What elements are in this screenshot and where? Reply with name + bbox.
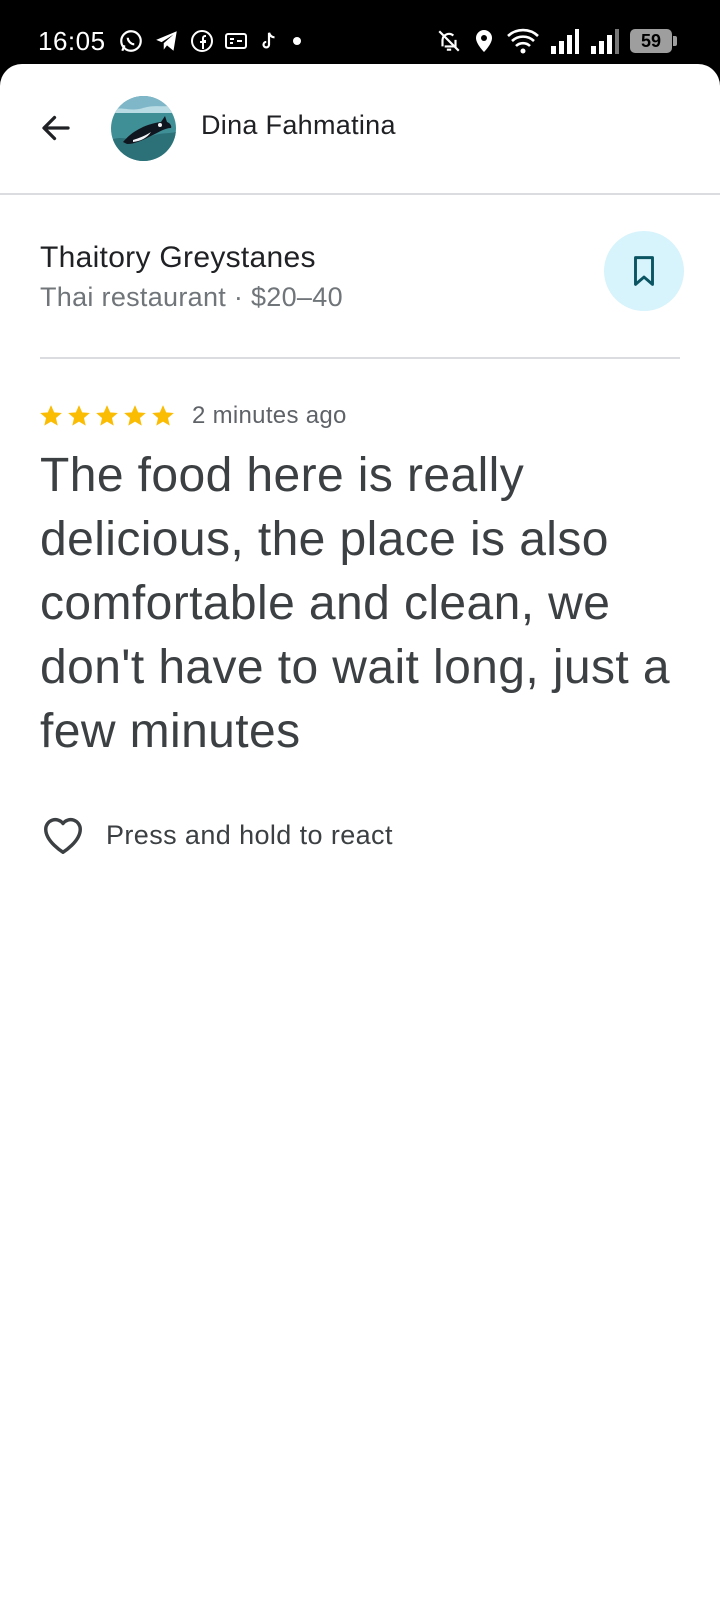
review-text: The food here is really delicious, the p… (40, 449, 670, 758)
react-label: Press and hold to react (106, 819, 393, 850)
react-button[interactable]: Press and hold to react (40, 810, 393, 860)
star-rating (38, 403, 176, 429)
telegram-icon (156, 31, 177, 51)
rating-row: 2 minutes ago (38, 400, 347, 432)
back-arrow-icon (42, 115, 70, 141)
dot-icon (293, 37, 301, 45)
whatsapp-icon (120, 30, 142, 52)
wifi-icon (507, 28, 539, 54)
orca-avatar-icon (111, 96, 176, 161)
star-icon (68, 405, 90, 426)
heart-icon (44, 817, 82, 854)
place-name[interactable]: Thaitory Greystanes (40, 241, 316, 275)
notification-icons (118, 28, 304, 54)
review-sheet: Dina Fahmatina Thaitory Greystanes Thai … (0, 64, 720, 1604)
avatar[interactable] (111, 96, 176, 161)
bell-off-icon (438, 30, 460, 52)
content-divider (40, 357, 680, 359)
author-name[interactable]: Dina Fahmatina (201, 110, 396, 141)
star-icon (40, 405, 62, 426)
battery-icon: 59 (630, 29, 677, 53)
tiktok-icon (262, 32, 275, 49)
status-time: 16:05 (38, 26, 106, 56)
card-icon (225, 33, 247, 49)
star-icon (96, 405, 118, 426)
header-divider (0, 193, 720, 195)
facebook-icon (191, 30, 213, 52)
star-icon (152, 405, 174, 426)
signal-icon (591, 29, 619, 54)
system-icons: 59 (436, 26, 677, 56)
review-time: 2 minutes ago (192, 402, 347, 429)
location-icon (476, 30, 492, 52)
save-button[interactable] (604, 231, 684, 311)
place-meta: Thai restaurant · $20–40 (40, 282, 343, 312)
bookmark-icon (634, 256, 654, 286)
back-button[interactable] (30, 102, 82, 154)
star-icon (124, 405, 146, 426)
signal-icon (551, 29, 579, 54)
